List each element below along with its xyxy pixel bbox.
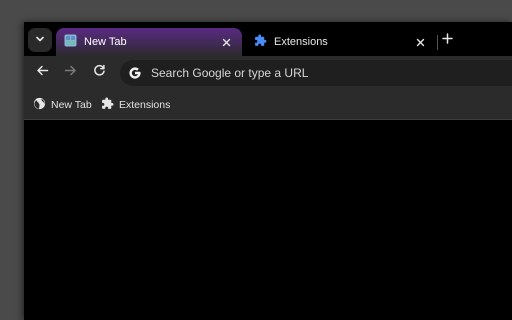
bookmark-label: Extensions bbox=[119, 99, 171, 111]
chevron-down-icon bbox=[35, 31, 45, 49]
tab-label: Extensions bbox=[274, 36, 328, 48]
bookmark-new-tab[interactable]: New Tab bbox=[33, 97, 92, 113]
close-icon bbox=[416, 35, 425, 50]
page-content[interactable] bbox=[24, 120, 512, 320]
toolbar: Search Google or type a URL bbox=[24, 56, 512, 90]
puzzle-icon bbox=[254, 34, 267, 50]
tab-strip: New Tab Extensions bbox=[24, 22, 512, 56]
reload-icon bbox=[93, 64, 106, 82]
bookmark-extensions[interactable]: Extensions bbox=[101, 97, 170, 113]
tab-extensions[interactable]: Extensions bbox=[246, 28, 436, 56]
tab-new-tab[interactable]: New Tab bbox=[56, 28, 242, 56]
close-tab-button[interactable] bbox=[218, 34, 234, 50]
forward-button[interactable] bbox=[61, 64, 79, 82]
new-tab-button[interactable] bbox=[438, 31, 456, 49]
reload-button[interactable] bbox=[90, 64, 108, 82]
back-button[interactable] bbox=[33, 64, 51, 82]
arrow-left-icon bbox=[36, 64, 49, 82]
browser-window: New Tab Extensions Search Google or type… bbox=[24, 22, 512, 320]
bookmark-label: New Tab bbox=[51, 99, 92, 111]
plus-icon bbox=[441, 32, 453, 48]
omnibox[interactable]: Search Google or type a URL bbox=[120, 60, 512, 86]
google-icon bbox=[128, 66, 142, 80]
bookmarks-bar: New Tab Extensions bbox=[24, 90, 512, 120]
arrow-right-icon bbox=[64, 64, 77, 82]
close-tab-button[interactable] bbox=[412, 34, 428, 50]
omnibox-placeholder: Search Google or type a URL bbox=[151, 66, 309, 80]
tab-label: New Tab bbox=[84, 36, 127, 48]
puzzle-icon bbox=[101, 97, 114, 113]
new-tab-page-icon bbox=[64, 34, 77, 50]
tab-search-button[interactable] bbox=[28, 28, 52, 52]
globe-icon bbox=[33, 97, 46, 113]
close-icon bbox=[222, 35, 231, 50]
